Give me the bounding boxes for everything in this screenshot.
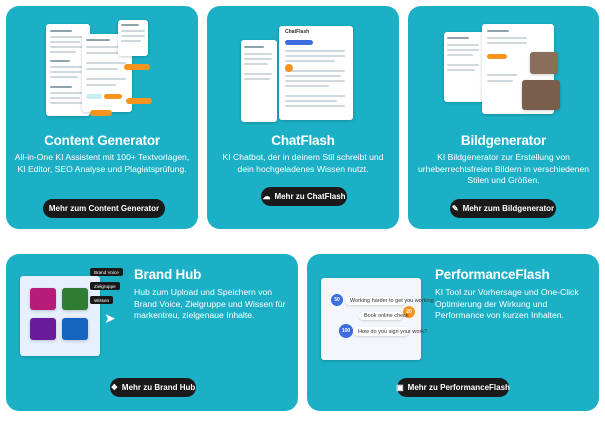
card-description: Hub zum Upload und Speichern von Brand V… bbox=[134, 287, 286, 320]
card-title: Brand Hub bbox=[134, 267, 202, 282]
card-brand-hub: Brand Voice Zielgruppe Wissen ➤ Brand Hu… bbox=[6, 254, 298, 411]
performance-icon: ▣ bbox=[396, 382, 404, 392]
card-title: Bildgenerator bbox=[460, 133, 547, 148]
button-label: Mehr zum Bildgenerator bbox=[462, 204, 555, 213]
score-badge: 100 bbox=[339, 324, 353, 338]
card-chatflash: ChatFlash ChatFlash KI Chatbot, der in d… bbox=[207, 6, 399, 229]
message-bubble: How do you sign your work? bbox=[353, 327, 427, 336]
button-label: Mehr zu Brand Hub bbox=[121, 383, 196, 392]
bildgenerator-mockup bbox=[444, 24, 564, 128]
chat-icon: ☁ bbox=[262, 191, 271, 201]
cursor-icon: ➤ bbox=[104, 310, 116, 326]
card-description: All-in-One KI Assistent mit 100+ Textvor… bbox=[14, 152, 190, 174]
bildgenerator-button[interactable]: ✎ Mehr zum Bildgenerator bbox=[450, 199, 556, 218]
performanceflash-button[interactable]: ▣ Mehr zu PerformanceFlash bbox=[396, 378, 510, 397]
card-content-generator: Content Generator All-in-One KI Assisten… bbox=[6, 6, 198, 229]
brand-hub-button[interactable]: ❖ Mehr zu Brand Hub bbox=[110, 378, 196, 397]
card-description: KI Bildgenerator zur Erstellung von urhe… bbox=[417, 152, 590, 185]
button-label: Mehr zu PerformanceFlash bbox=[407, 383, 510, 392]
card-performanceflash: 50 Working harder to get you working 20 … bbox=[307, 254, 599, 411]
content-generator-button[interactable]: Mehr zum Content Generator bbox=[43, 199, 165, 218]
button-label: Mehr zu ChatFlash bbox=[274, 192, 346, 201]
brand-voice-tag: Brand Voice bbox=[90, 268, 123, 276]
card-bildgenerator: Bildgenerator KI Bildgenerator zur Erste… bbox=[408, 6, 599, 229]
chatflash-button[interactable]: ☁ Mehr zu ChatFlash bbox=[261, 187, 347, 206]
hub-icon: ❖ bbox=[110, 382, 118, 392]
chatflash-panel-title: ChatFlash bbox=[285, 29, 310, 35]
message-bubble: Working harder to get you working bbox=[345, 297, 434, 305]
card-description: KI Chatbot, der in deinem Stil schreibt … bbox=[222, 152, 384, 174]
card-title: Content Generator bbox=[44, 133, 160, 148]
card-title: ChatFlash bbox=[271, 133, 335, 148]
card-title: PerformanceFlash bbox=[435, 267, 550, 282]
wissen-tag: Wissen bbox=[90, 296, 114, 304]
content-generator-mockup bbox=[46, 20, 158, 124]
message-bubble: Book online check bbox=[359, 312, 409, 320]
brand-hub-mockup: Brand Voice Zielgruppe Wissen ➤ bbox=[20, 268, 128, 360]
image-icon: ✎ bbox=[451, 203, 459, 213]
chatflash-mockup: ChatFlash bbox=[241, 26, 361, 126]
card-description: KI Tool zur Vorhersage und One-Click Opt… bbox=[435, 287, 579, 320]
button-label: Mehr zum Content Generator bbox=[48, 204, 160, 213]
score-badge: 50 bbox=[331, 294, 343, 306]
zielgruppe-tag: Zielgruppe bbox=[90, 282, 120, 290]
performanceflash-mockup: 50 Working harder to get you working 20 … bbox=[321, 268, 434, 360]
